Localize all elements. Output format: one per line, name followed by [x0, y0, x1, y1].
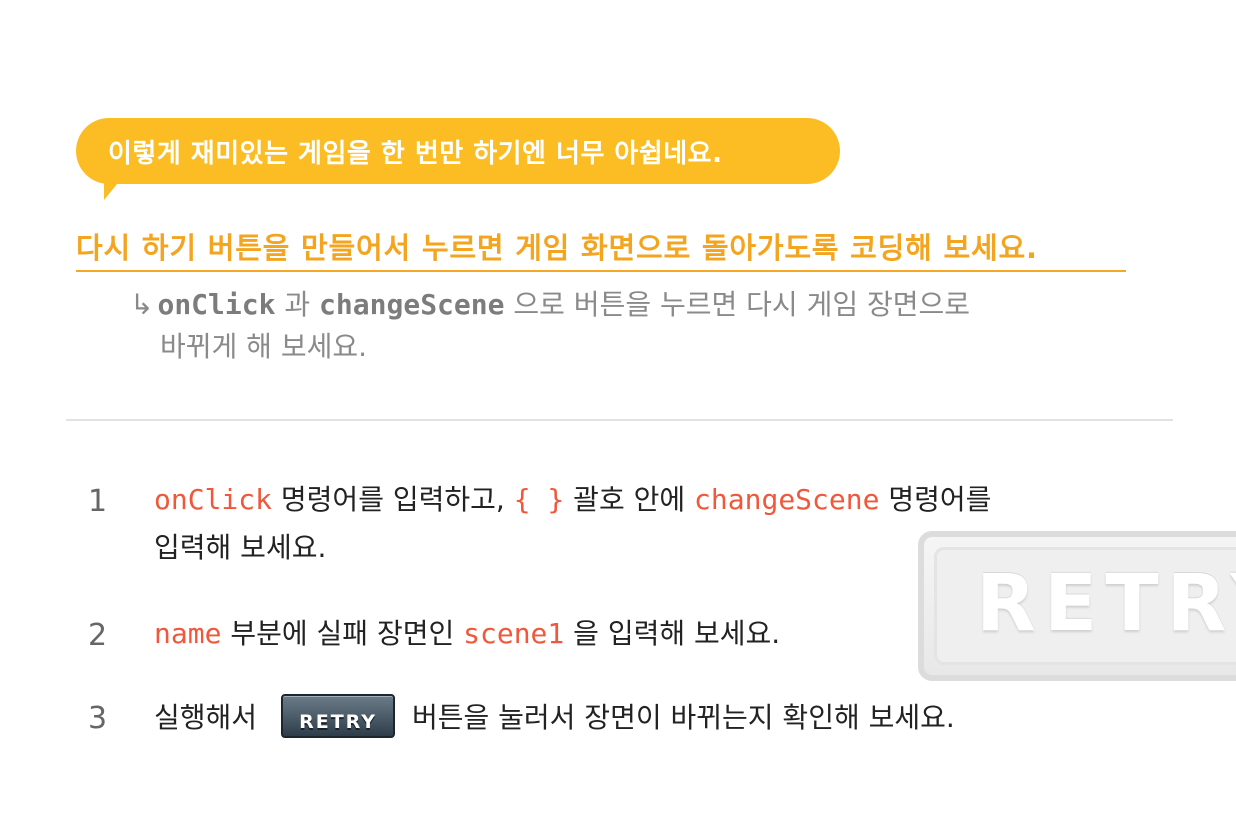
step-1-code-braces: { } [513, 483, 565, 516]
step-3-text-1: 실행해서 [154, 701, 258, 734]
hint-line-1: ↳ onClick 과 changeScene 으로 버튼을 누르면 다시 게임 … [130, 286, 970, 324]
step-2-code-scene1: scene1 [463, 617, 565, 650]
hint-text-1: 과 [275, 288, 320, 321]
speech-bubble-tail [104, 178, 122, 200]
step-1-line-1: onClick 명령어를 입력하고, { } 괄호 안에 changeScene… [154, 480, 991, 520]
step-3-line-1: 실행해서 RETRY 버튼을 눌러서 장면이 바뀌는지 확인해 보세요. [154, 694, 955, 741]
step-2-code-name: name [154, 617, 222, 650]
retry-button-preview-label: RETRY [976, 559, 1236, 649]
speech-bubble-text: 이렇게 재미있는 게임을 한 번만 하기엔 너무 아쉽네요. [108, 138, 723, 169]
step-2-text-2: 을 입력해 보세요. [564, 617, 781, 650]
hint-code-changescene: changeScene [319, 288, 505, 321]
step-1-text-1: 명령어를 입력하고, [272, 483, 514, 516]
hint-arrow-icon: ↳ [130, 288, 154, 321]
step-1-text-3: 명령어를 [879, 483, 992, 516]
mission-title: 다시 하기 버튼을 만들어서 누르면 게임 화면으로 돌아가도록 코딩해 보세요… [76, 226, 1126, 272]
step-1-code-onclick: onClick [154, 483, 273, 516]
retry-button-inline[interactable]: RETRY [281, 694, 396, 738]
hint-line-2: 바뀌게 해 보세요. [160, 330, 368, 363]
step-1-code-changescene: changeScene [694, 483, 880, 516]
speech-bubble: 이렇게 재미있는 게임을 한 번만 하기엔 너무 아쉽네요. [76, 118, 840, 184]
step-2-line-1: name 부분에 실패 장면인 scene1 을 입력해 보세요. [154, 614, 780, 654]
hint-code-onclick: onClick [157, 288, 276, 321]
step-1-text-2: 괄호 안에 [564, 483, 695, 516]
step-1-number: 1 [88, 484, 108, 519]
section-divider [66, 419, 1173, 421]
step-2-number: 2 [88, 618, 108, 653]
hint-text-2: 으로 버튼을 누르면 다시 게임 장면으로 [504, 288, 971, 321]
step-2-text-1: 부분에 실패 장면인 [221, 617, 464, 650]
step-3-text-2: 버튼을 눌러서 장면이 바뀌는지 확인해 보세요. [403, 701, 955, 734]
retry-button-preview: RETRY [918, 531, 1236, 681]
step-1-line-2: 입력해 보세요. [154, 531, 327, 564]
retry-button-inline-label: RETRY [299, 711, 377, 733]
step-3-number: 3 [88, 701, 108, 736]
